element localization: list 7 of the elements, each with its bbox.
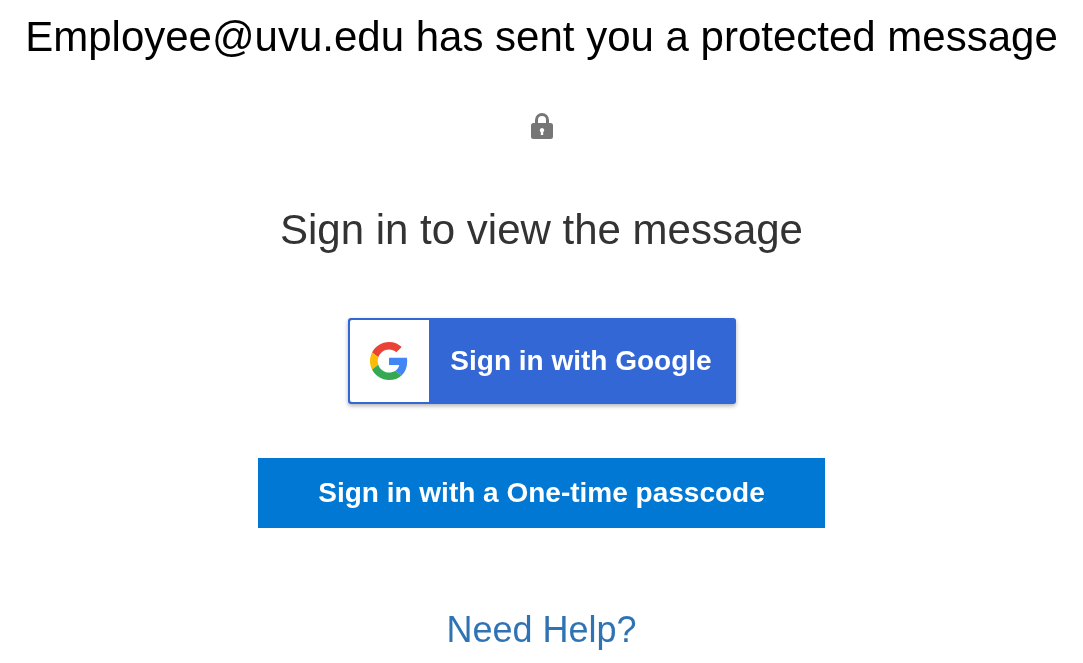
google-sign-in-button[interactable]: Sign in with Google: [347, 318, 736, 404]
lock-icon: [530, 113, 553, 139]
need-help-link[interactable]: Need Help?: [446, 610, 637, 650]
sender-message: Employee@uvu.edu has sent you a protected message: [25, 14, 1058, 60]
sign-in-prompt: Sign in to view the message: [280, 207, 803, 253]
passcode-sign-in-button[interactable]: Sign in with a One-time passcode: [258, 458, 825, 528]
google-logo-icon: [349, 320, 429, 402]
